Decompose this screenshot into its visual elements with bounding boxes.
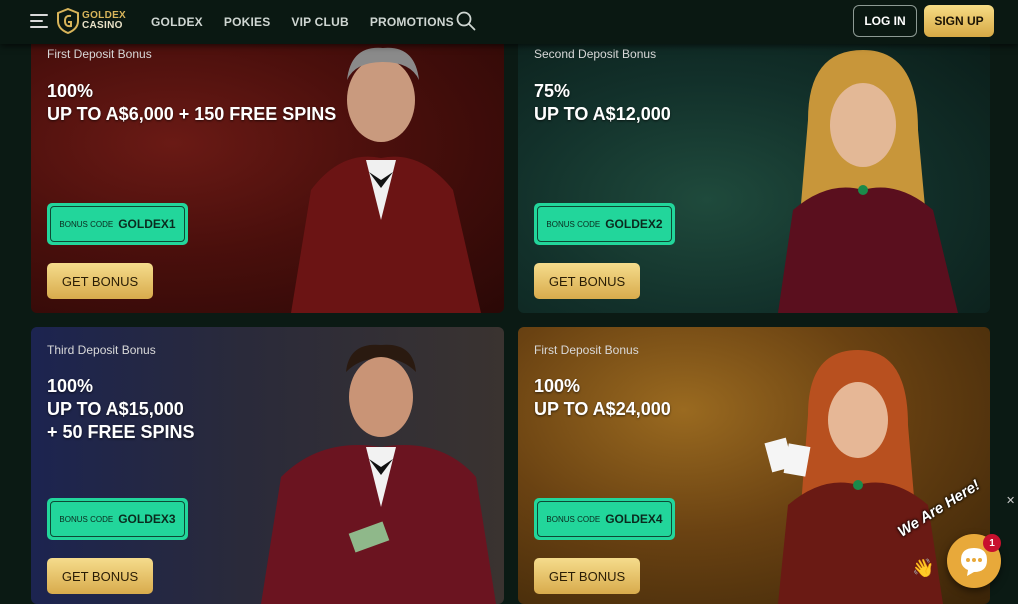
card-subtitle: Third Deposit Bonus <box>47 343 156 357</box>
nav-promotions[interactable]: PROMOTIONS <box>370 15 454 29</box>
bonus-code-box[interactable]: BONUS CODE GOLDEX4 <box>534 498 675 540</box>
card-subtitle: First Deposit Bonus <box>534 343 639 357</box>
bonus-code-value: GOLDEX4 <box>605 512 663 526</box>
menu-icon[interactable] <box>30 14 48 28</box>
logo-line2: CASINO <box>82 20 123 31</box>
signup-button[interactable]: SIGN UP <box>924 5 994 37</box>
login-button[interactable]: LOG IN <box>853 5 917 37</box>
logo-text: GOLDEX CASINO <box>82 11 126 31</box>
nav-pokies[interactable]: POKIES <box>224 15 271 29</box>
headline-line1: 100% <box>47 376 94 396</box>
waving-hand-icon: 👋 <box>912 558 935 578</box>
woman-in-red-dress-image <box>778 50 958 313</box>
site-header: GOLDEX CASINO GOLDEX POKIES VIP CLUB PRO… <box>0 0 1018 44</box>
headline-line2: UP TO A$12,000 <box>534 104 671 124</box>
get-bonus-button[interactable]: GET BONUS <box>47 263 153 299</box>
get-bonus-button[interactable]: GET BONUS <box>534 558 640 594</box>
bonus-card-2: Second Deposit Bonus 75% UP TO A$12,000 … <box>518 30 990 313</box>
card-headline: 100% UP TO A$6,000 + 150 FREE SPINS <box>47 80 336 126</box>
headline-line1: 100% <box>47 81 94 101</box>
nav-vip-club[interactable]: VIP CLUB <box>291 15 348 29</box>
card-subtitle: First Deposit Bonus <box>47 47 152 61</box>
search-icon[interactable] <box>456 11 476 31</box>
card-subtitle: Second Deposit Bonus <box>534 47 657 61</box>
headline-line1: 75% <box>534 81 571 101</box>
logo-shield-icon <box>57 8 79 34</box>
headline-line3: + 50 FREE SPINS <box>47 422 195 442</box>
headline-line1: 100% <box>534 376 581 396</box>
bonus-code-label: BONUS CODE <box>546 514 601 524</box>
get-bonus-button[interactable]: GET BONUS <box>47 558 153 594</box>
bonus-code-label: BONUS CODE <box>59 514 114 524</box>
logo[interactable]: GOLDEX CASINO <box>57 8 126 34</box>
headline-line2: UP TO A$6,000 + 150 FREE SPINS <box>47 104 337 124</box>
headline-line2: UP TO A$15,000 <box>47 399 184 419</box>
bonus-code-box[interactable]: BONUS CODE GOLDEX1 <box>47 203 188 245</box>
man-with-cash-image <box>261 344 496 604</box>
headline-line2: UP TO A$24,000 <box>534 399 671 419</box>
get-bonus-button[interactable]: GET BONUS <box>534 263 640 299</box>
nav-goldex[interactable]: GOLDEX <box>151 15 203 29</box>
bonus-code-value: GOLDEX3 <box>118 512 176 526</box>
bonus-code-value: GOLDEX1 <box>118 217 176 231</box>
card-headline: 100% UP TO A$24,000 <box>534 375 671 421</box>
chat-notification-badge: 1 <box>983 534 1001 552</box>
main-nav: GOLDEX POKIES VIP CLUB PROMOTIONS <box>151 15 475 29</box>
bonus-code-label: BONUS CODE <box>546 219 601 229</box>
close-icon[interactable]: ✕ <box>1006 494 1015 507</box>
bonus-card-1: First Deposit Bonus 100% UP TO A$6,000 +… <box>31 30 504 313</box>
bonus-code-value: GOLDEX2 <box>605 217 663 231</box>
bonus-card-3: Third Deposit Bonus 100% UP TO A$15,000 … <box>31 327 504 604</box>
bonus-code-box[interactable]: BONUS CODE GOLDEX3 <box>47 498 188 540</box>
card-headline: 75% UP TO A$12,000 <box>534 80 671 126</box>
card-headline: 100% UP TO A$15,000 + 50 FREE SPINS <box>47 375 195 444</box>
bonus-code-label: BONUS CODE <box>59 219 114 229</box>
bonus-code-box[interactable]: BONUS CODE GOLDEX2 <box>534 203 675 245</box>
